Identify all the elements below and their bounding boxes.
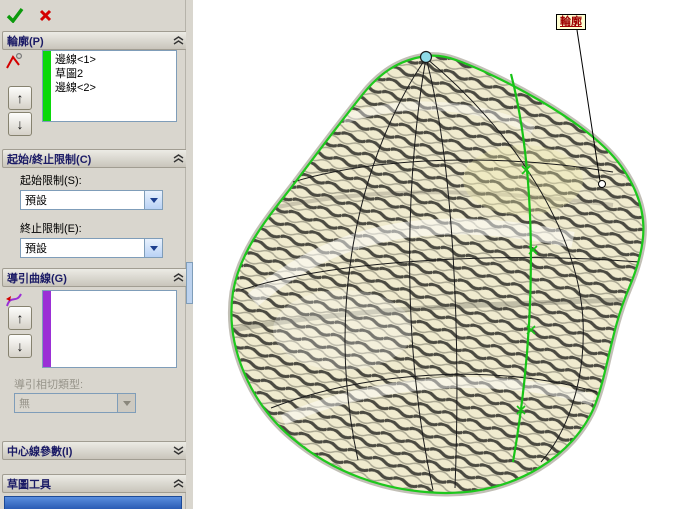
section-header-sketch-tools[interactable]: 草圖工具 bbox=[2, 474, 189, 493]
dropdown-arrow-icon[interactable] bbox=[144, 239, 162, 257]
section-header-guides[interactable]: 導引曲線(G) bbox=[2, 268, 189, 287]
guide-tangency-label: 導引相切類型: bbox=[14, 379, 84, 391]
move-down-button[interactable]: ↓ bbox=[8, 112, 32, 136]
chevron-double-up-icon[interactable] bbox=[173, 154, 184, 163]
property-panel: 輪廓(P) 邊線<1> 草圖2 邊線<2> ↑ ↓ 起始/終止限制(C) 起始限… bbox=[0, 0, 189, 509]
sketch-tools-selected-row[interactable] bbox=[4, 496, 182, 509]
start-limit-dropdown[interactable]: 預設 bbox=[20, 190, 163, 210]
model-view-svg bbox=[227, 29, 647, 497]
profile-callout[interactable]: 輪廓 bbox=[556, 14, 586, 30]
dropdown-arrow-icon[interactable] bbox=[144, 191, 162, 209]
guide-move-up-button[interactable]: ↑ bbox=[8, 306, 32, 330]
end-limit-value: 預設 bbox=[25, 243, 47, 255]
up-arrow-icon: ↑ bbox=[16, 310, 24, 326]
guides-selection-bar bbox=[43, 291, 51, 367]
section-title-sketch-tools: 草圖工具 bbox=[7, 478, 51, 491]
panel-collapse-tab[interactable] bbox=[186, 262, 193, 304]
guide-move-down-button[interactable]: ↓ bbox=[8, 334, 32, 358]
chevron-double-up-icon[interactable] bbox=[173, 273, 184, 282]
chevron-double-down-icon[interactable] bbox=[173, 446, 184, 455]
graphics-viewport[interactable]: 輪廓 bbox=[193, 0, 699, 509]
cancel-x-icon bbox=[39, 9, 51, 21]
section-title-limits: 起始/終止限制(C) bbox=[7, 153, 92, 166]
section-title-centerline: 中心線參數(I) bbox=[7, 445, 73, 458]
section-header-limits[interactable]: 起始/終止限制(C) bbox=[2, 149, 189, 168]
vertex-point[interactable] bbox=[419, 50, 433, 64]
list-item[interactable]: 草圖2 bbox=[55, 67, 96, 81]
list-item[interactable]: 邊線<2> bbox=[55, 81, 96, 95]
guide-curves-listbox[interactable] bbox=[42, 290, 177, 368]
ok-button[interactable] bbox=[4, 5, 26, 25]
chevron-double-up-icon[interactable] bbox=[173, 479, 184, 488]
start-limit-value: 預設 bbox=[25, 195, 47, 207]
section-title-guides: 導引曲線(G) bbox=[7, 272, 67, 285]
profiles-selection-bar bbox=[43, 51, 51, 121]
section-header-profiles[interactable]: 輪廓(P) bbox=[2, 31, 189, 50]
profiles-list: 邊線<1> 草圖2 邊線<2> bbox=[51, 51, 100, 121]
end-limit-label: 終止限制(E): bbox=[20, 223, 82, 235]
chevron-double-up-icon[interactable] bbox=[173, 36, 184, 45]
guide-tangency-value: 無 bbox=[19, 398, 30, 410]
start-limit-label: 起始限制(S): bbox=[20, 175, 82, 187]
section-header-centerline[interactable]: 中心線參數(I) bbox=[2, 441, 189, 460]
profiles-listbox[interactable]: 邊線<1> 草圖2 邊線<2> bbox=[42, 50, 177, 122]
guides-list bbox=[51, 291, 59, 367]
down-arrow-icon: ↓ bbox=[16, 116, 24, 132]
solidworks-loft-propertymanager: 輪廓(P) 邊線<1> 草圖2 邊線<2> ↑ ↓ 起始/終止限制(C) 起始限… bbox=[0, 0, 699, 509]
command-bar bbox=[4, 4, 56, 26]
callout-attach-point bbox=[598, 180, 606, 188]
move-up-button[interactable]: ↑ bbox=[8, 86, 32, 110]
cancel-button[interactable] bbox=[34, 5, 56, 25]
ok-check-icon bbox=[6, 7, 24, 23]
guide-tangency-dropdown: 無 bbox=[14, 393, 136, 413]
down-arrow-icon: ↓ bbox=[16, 338, 24, 354]
end-limit-dropdown[interactable]: 預設 bbox=[20, 238, 163, 258]
profile-selection-icon bbox=[6, 52, 23, 69]
list-item[interactable]: 邊線<1> bbox=[55, 53, 96, 67]
up-arrow-icon: ↑ bbox=[16, 90, 24, 106]
section-title-profiles: 輪廓(P) bbox=[7, 35, 44, 48]
dropdown-arrow-icon bbox=[117, 394, 135, 412]
